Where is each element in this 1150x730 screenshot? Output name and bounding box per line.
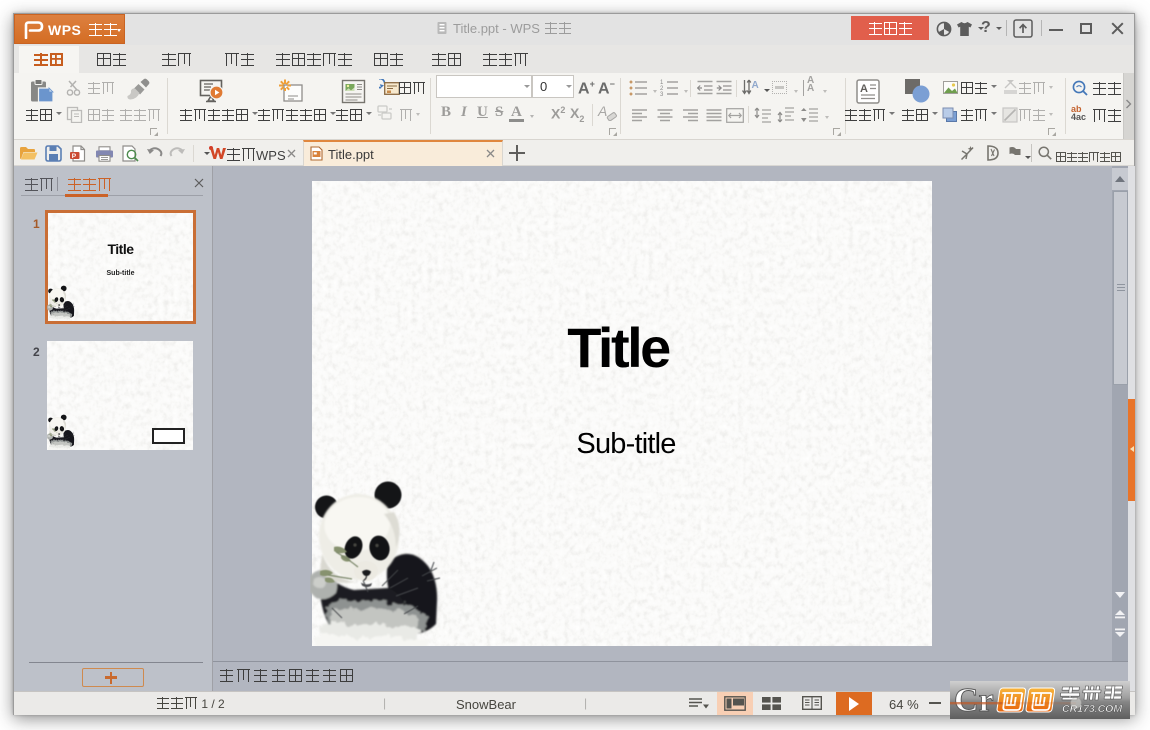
svg-text:P: P xyxy=(72,153,77,160)
svg-text:Cr: Cr xyxy=(954,682,994,719)
svg-text:3: 3 xyxy=(660,92,664,97)
svg-text:A: A xyxy=(860,83,868,95)
svg-text:A: A xyxy=(752,80,759,91)
